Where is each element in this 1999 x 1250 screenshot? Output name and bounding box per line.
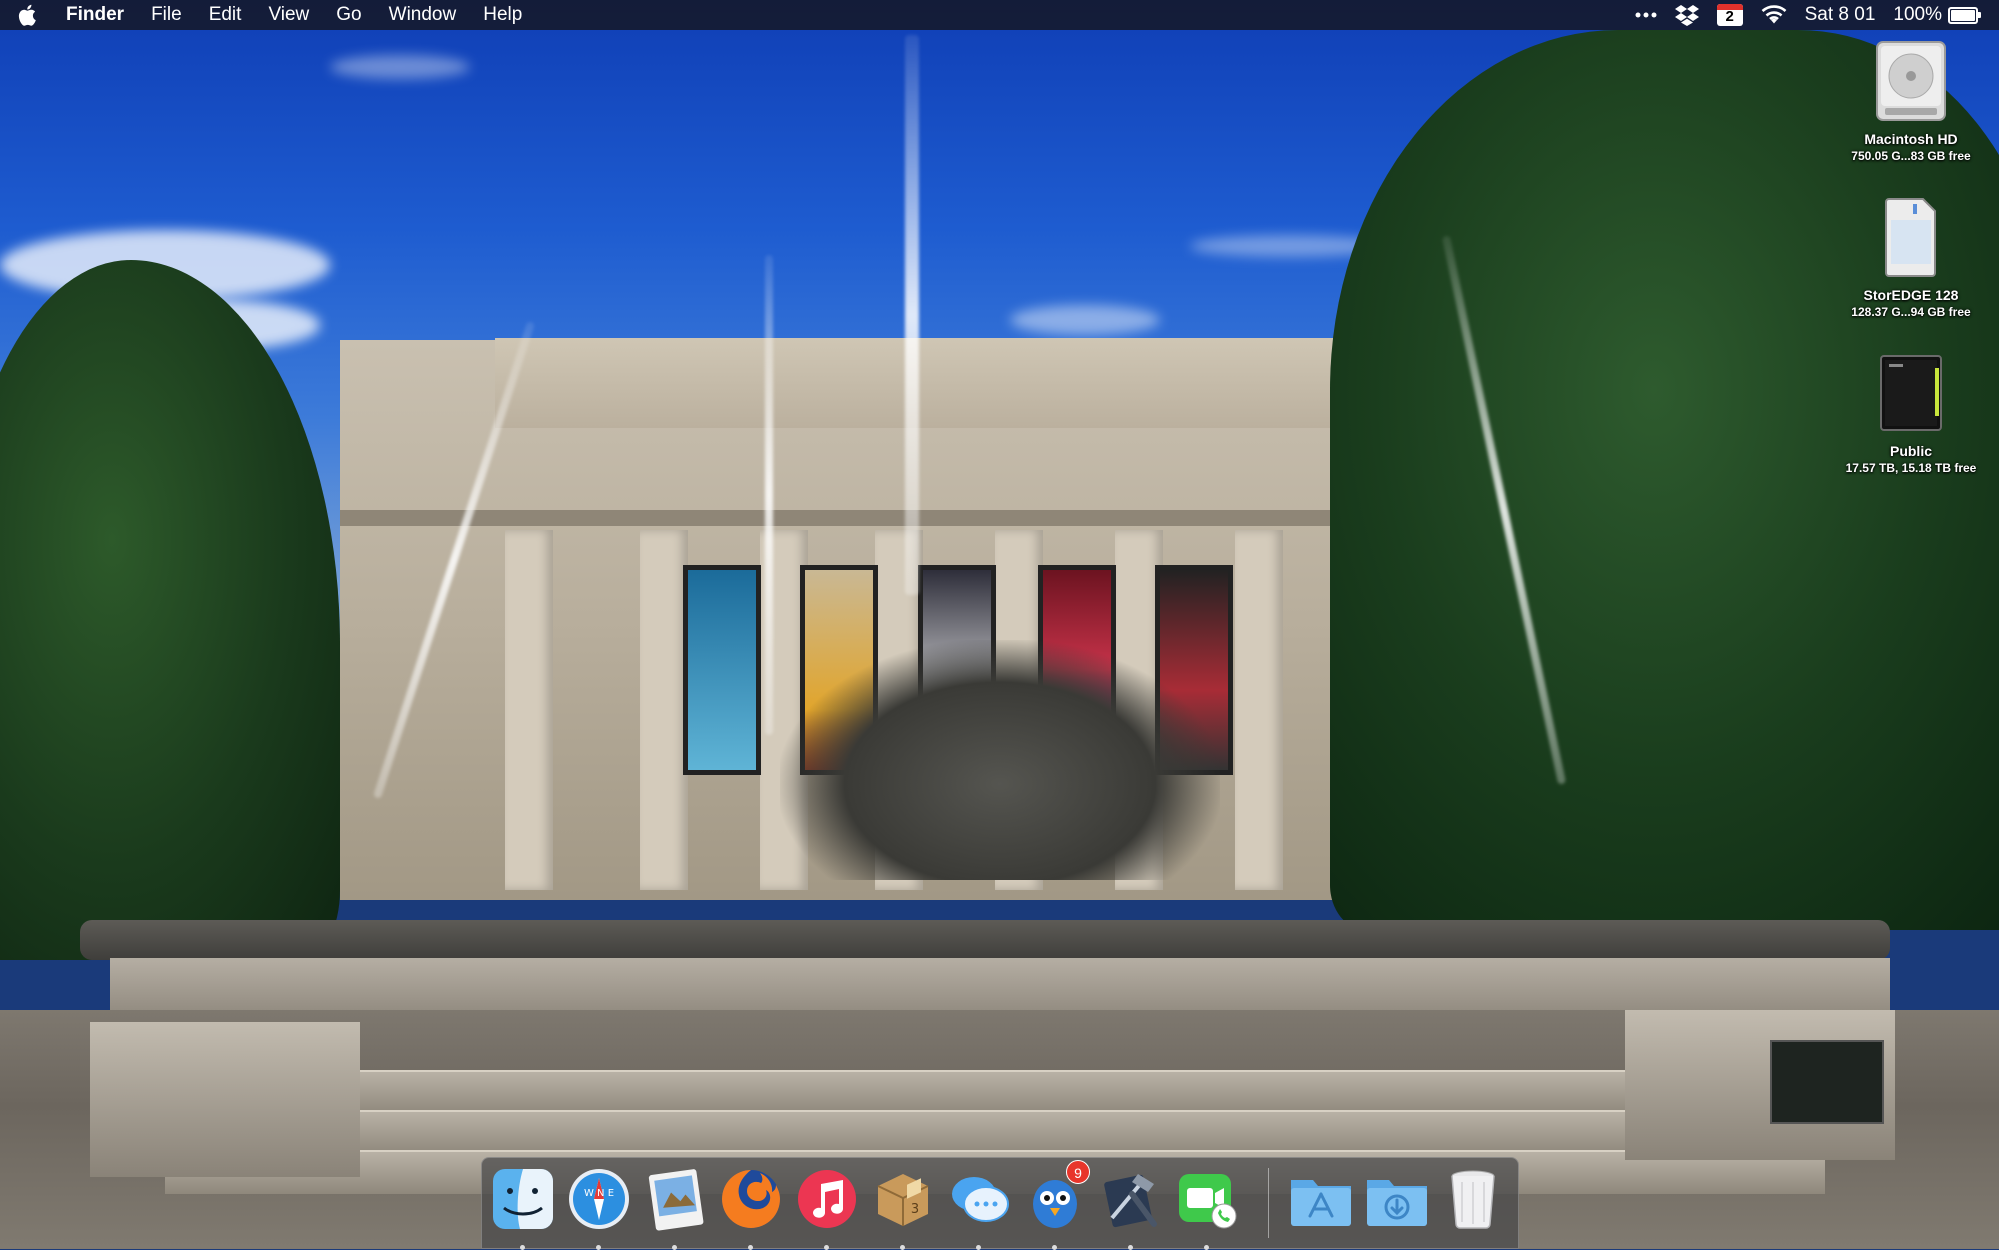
desktop-icon-storedge[interactable]: StorEDGE 128 128.37 G...94 GB free — [1826, 196, 1996, 319]
desktop-icon-macintosh-hd[interactable]: Macintosh HD 750.05 G...83 GB free — [1826, 40, 1996, 163]
wallpaper-pillar — [505, 530, 553, 890]
menu-edit[interactable]: Edit — [209, 4, 242, 26]
battery-tip — [1978, 12, 1981, 18]
dock-item-xcode[interactable] — [1098, 1166, 1164, 1250]
wallpaper-poster — [683, 565, 761, 775]
package-icon: 3 — [877, 1174, 929, 1226]
menu-help[interactable]: Help — [483, 4, 522, 26]
desktop-icon-info: 750.05 G...83 GB free — [1851, 149, 1971, 163]
dock-item-trash[interactable] — [1440, 1166, 1506, 1232]
speech-bubbles-icon — [952, 1177, 1009, 1222]
wifi-icon[interactable] — [1761, 5, 1787, 25]
menu-app-finder[interactable]: Finder — [66, 4, 124, 26]
running-indicator — [1204, 1245, 1209, 1250]
sd-card-icon — [1885, 198, 1936, 277]
dock-item-tweetbot[interactable]: 9 — [1022, 1160, 1090, 1250]
running-indicator — [1052, 1245, 1057, 1250]
menu-bar-clock[interactable]: Sat 8 01 — [1805, 4, 1876, 26]
wallpaper-tree — [1330, 30, 1999, 930]
notification-badge: 9 — [1066, 1160, 1090, 1184]
dock-item-finder[interactable] — [490, 1166, 556, 1250]
wallpaper-fountain-jet — [905, 35, 919, 595]
battery-fill — [1951, 9, 1975, 21]
wallpaper-fountain-rim — [80, 920, 1890, 960]
running-indicator — [976, 1245, 981, 1250]
hard-drive-icon — [1876, 41, 1946, 121]
dock-item-firefox[interactable] — [718, 1166, 784, 1250]
running-indicator — [596, 1245, 601, 1250]
wallpaper-cloud — [1010, 305, 1160, 335]
battery-icon — [1948, 6, 1978, 24]
downloads-folder-icon — [1367, 1180, 1427, 1226]
wallpaper-plaque — [1770, 1040, 1884, 1124]
dropbox-icon[interactable] — [1674, 4, 1699, 26]
finder-icon — [493, 1169, 553, 1229]
wallpaper-step — [300, 1070, 1680, 1114]
desktop-wallpaper — [0, 0, 1999, 1249]
menu-bar: Finder File Edit View Go Window Help 2 S… — [0, 0, 1999, 30]
dock-item-facetime[interactable] — [1174, 1166, 1240, 1250]
hammer-icon — [1104, 1174, 1157, 1228]
dock-item-preview[interactable] — [642, 1166, 708, 1250]
dock-item-downloads[interactable] — [1364, 1166, 1430, 1232]
battery-status[interactable]: 100% — [1893, 4, 1981, 26]
desktop-icon-label: StorEDGE 128 — [1863, 287, 1959, 303]
trash-icon — [1451, 1170, 1495, 1229]
menu-bar-left: Finder File Edit View Go Window Help — [18, 4, 549, 26]
dock-item-safari[interactable]: W N E — [566, 1166, 632, 1250]
dock-item-applications[interactable] — [1288, 1166, 1354, 1232]
wallpaper-fountain-jet — [765, 255, 773, 735]
apple-icon[interactable] — [18, 4, 36, 26]
calendar-icon[interactable]: 2 — [1716, 4, 1743, 26]
dock-separator — [1268, 1168, 1269, 1238]
dock-item-itunes[interactable] — [794, 1166, 860, 1250]
dock: W N E 3 9 — [481, 1157, 1519, 1250]
desktop-icon-info: 128.37 G...94 GB free — [1851, 305, 1971, 319]
running-indicator — [1128, 1245, 1133, 1250]
desktop-icon-info: 17.57 TB, 15.18 TB free — [1845, 461, 1977, 475]
menu-view[interactable]: View — [268, 4, 309, 26]
wallpaper-pillar — [640, 530, 688, 890]
running-indicator — [900, 1245, 905, 1250]
desktop-icon-public[interactable]: Public 17.57 TB, 15.18 TB free — [1826, 352, 1996, 475]
wallpaper-pillar — [1235, 530, 1283, 890]
more-dots-icon[interactable] — [1635, 12, 1657, 18]
running-indicator — [672, 1245, 677, 1250]
running-indicator — [748, 1245, 753, 1250]
menu-window[interactable]: Window — [389, 4, 457, 26]
wallpaper-building-top — [495, 338, 1365, 428]
wallpaper-cloud — [330, 55, 470, 79]
package-count: 3 — [911, 1202, 919, 1217]
dock-item-deliveries[interactable]: 3 — [870, 1166, 936, 1250]
compass-icon: W N E — [569, 1169, 629, 1229]
desktop-icon-label: Macintosh HD — [1864, 131, 1958, 147]
wallpaper-step — [255, 1110, 1725, 1154]
battery-percent: 100% — [1893, 4, 1942, 25]
preview-icon — [648, 1169, 704, 1231]
menu-file[interactable]: File — [151, 4, 182, 26]
desktop-icon-label: Public — [1889, 443, 1932, 459]
menu-bar-status: 2 Sat 8 01 100% — [1617, 4, 1981, 26]
applications-folder-icon — [1291, 1180, 1351, 1226]
wallpaper-plinth — [90, 1022, 360, 1177]
firefox-icon — [722, 1170, 780, 1228]
menu-go[interactable]: Go — [336, 4, 361, 26]
music-note-icon — [798, 1170, 856, 1228]
svg-text:W N E: W N E — [584, 1188, 614, 1199]
wallpaper-statue — [780, 640, 1220, 880]
running-indicator — [520, 1245, 525, 1250]
running-indicator — [824, 1245, 829, 1250]
network-volume-icon — [1880, 355, 1942, 431]
dock-item-messages[interactable] — [946, 1166, 1012, 1250]
video-camera-icon — [1179, 1174, 1237, 1229]
